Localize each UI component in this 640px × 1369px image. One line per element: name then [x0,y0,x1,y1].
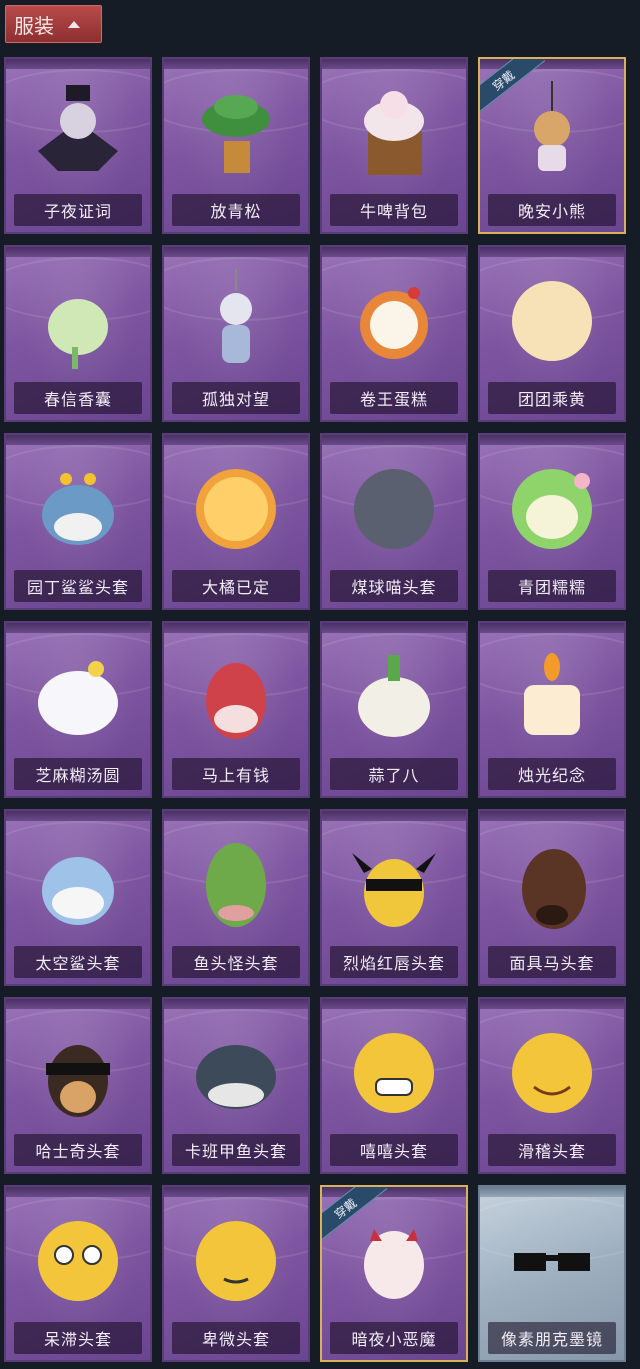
little-devil-head-icon [364,1229,424,1299]
costume-name: 暗夜小恶魔 [330,1322,458,1354]
costume-card[interactable]: 放青松 [162,57,310,234]
costume-card[interactable]: 鱼头怪头套 [162,809,310,986]
costume-card[interactable]: 大橘已定 [162,433,310,610]
black-cat-head-icon [354,469,434,549]
costume-card[interactable]: 太空鲨头套 [4,809,152,986]
costume-card[interactable]: 卑微头套 [162,1185,310,1362]
grin-emoji-icon [354,1033,434,1113]
rice-ball-icon [38,661,118,735]
costume-card[interactable]: 滑稽头套 [478,997,626,1174]
costume-name: 芝麻糊汤圆 [14,758,142,790]
shark-bee-head-icon [42,473,114,545]
horse-mask-icon [522,849,586,929]
costume-tab-label: 服装 [14,13,54,38]
figure-charm-icon [220,269,252,363]
candle-head-icon [524,653,580,735]
pine-tree-pot-icon [202,95,270,173]
stare-emoji-icon [38,1221,118,1301]
costume-name: 牛啤背包 [330,194,458,226]
costume-name: 烛光纪念 [488,758,616,790]
costume-card[interactable]: 卡班甲鱼头套 [162,997,310,1174]
garlic-head-icon [358,655,430,737]
costume-name: 马上有钱 [172,758,300,790]
costume-card[interactable]: 牛啤背包 [320,57,468,234]
costume-card[interactable]: 烈焰红唇头套 [320,809,468,986]
costume-card[interactable]: 穿戴 暗夜小恶魔 [320,1185,468,1362]
chevron-up-icon [68,20,80,28]
fish-head-icon [196,1045,276,1109]
costume-card[interactable]: 芝麻糊汤圆 [4,621,152,798]
costume-name: 晚安小熊 [488,194,616,226]
costume-grid: 子夜证词 放青松 牛啤背包 穿戴 晚安小熊春信香囊 孤独对望 卷王蛋糕 团团乘黄园丁鲨鲨头套大… [4,57,626,1362]
costume-card[interactable]: 春信香囊 [4,245,152,422]
costume-name: 青团糯糯 [488,570,616,602]
pixel-sunglasses-icon [514,1253,590,1271]
costume-name: 春信香囊 [14,382,142,414]
costume-card[interactable]: 穿戴 晚安小熊 [478,57,626,234]
costume-card[interactable]: 煤球喵头套 [320,433,468,610]
costume-card[interactable]: 烛光纪念 [478,621,626,798]
sachet-pouch-icon [48,299,108,369]
costume-card[interactable]: 马上有钱 [162,621,310,798]
costume-name: 烈焰红唇头套 [330,946,458,978]
costume-name: 孤独对望 [172,382,300,414]
dark-winged-bird-icon [38,85,118,171]
costume-card[interactable]: 蒜了八 [320,621,468,798]
costume-name: 大橘已定 [172,570,300,602]
costume-name: 蒜了八 [330,758,458,790]
costume-name: 放青松 [172,194,300,226]
costume-card[interactable]: 哈士奇头套 [4,997,152,1174]
fish-mask-icon [206,843,266,927]
green-dumpling-icon [512,469,592,549]
costume-card[interactable]: 园丁鲨鲨头套 [4,433,152,610]
costume-name: 卑微头套 [172,1322,300,1354]
costume-name: 卡班甲鱼头套 [172,1134,300,1166]
costume-name: 嘻嘻头套 [330,1134,458,1166]
costume-card[interactable]: 嘻嘻头套 [320,997,468,1174]
costume-name: 园丁鲨鲨头套 [14,570,142,602]
costume-name: 鱼头怪头套 [172,946,300,978]
costume-tab[interactable]: 服装 [5,5,102,43]
costume-name: 煤球喵头套 [330,570,458,602]
costume-name: 哈士奇头套 [14,1134,142,1166]
round-creature-icon [512,281,592,361]
husky-sunglasses-icon [46,1045,110,1117]
costume-card[interactable]: 孤独对望 [162,245,310,422]
teddy-bear-charm-icon [534,81,570,171]
costume-name: 像素朋克墨镜 [488,1322,616,1354]
smirk-emoji-icon [512,1033,592,1113]
costume-card[interactable]: 团团乘黄 [478,245,626,422]
orange-slice-icon [196,469,276,549]
costume-card[interactable]: 青团糯糯 [478,433,626,610]
costume-name: 太空鲨头套 [14,946,142,978]
roll-cake-icon [360,287,428,359]
space-shark-head-icon [42,857,114,925]
costume-name: 子夜证词 [14,194,142,226]
costume-card[interactable]: 面具马头套 [478,809,626,986]
costume-name: 面具马头套 [488,946,616,978]
cow-beer-mug-icon [364,91,424,175]
costume-name: 呆滞头套 [14,1322,142,1354]
costume-card[interactable]: 卷王蛋糕 [320,245,468,422]
pleading-emoji-icon [196,1221,276,1301]
pikachu-sunglasses-icon [352,853,436,927]
costume-card[interactable]: 像素朋克墨镜 [478,1185,626,1362]
costume-name: 滑稽头套 [488,1134,616,1166]
red-horse-head-icon [206,663,266,739]
costume-name: 团团乘黄 [488,382,616,414]
costume-card[interactable]: 呆滞头套 [4,1185,152,1362]
costume-name: 卷王蛋糕 [330,382,458,414]
costume-card[interactable]: 子夜证词 [4,57,152,234]
